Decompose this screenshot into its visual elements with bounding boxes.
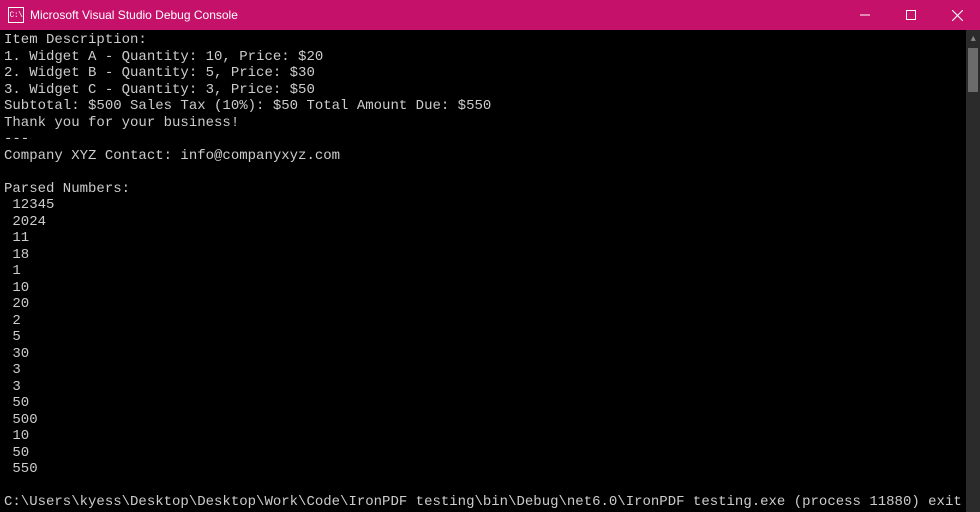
titlebar[interactable]: C:\ Microsoft Visual Studio Debug Consol… [0, 0, 980, 30]
window-title: Microsoft Visual Studio Debug Console [30, 8, 238, 22]
scroll-thumb[interactable] [968, 48, 978, 92]
maximize-button[interactable] [888, 0, 934, 30]
minimize-button[interactable] [842, 0, 888, 30]
client-area: Item Description: 1. Widget A - Quantity… [0, 30, 980, 512]
close-button[interactable] [934, 0, 980, 30]
app-icon: C:\ [8, 7, 24, 23]
vertical-scrollbar[interactable]: ▴ ▾ [966, 30, 980, 512]
scroll-up-icon[interactable]: ▴ [966, 30, 980, 46]
console-window: C:\ Microsoft Visual Studio Debug Consol… [0, 0, 980, 512]
console-output[interactable]: Item Description: 1. Widget A - Quantity… [0, 30, 966, 512]
